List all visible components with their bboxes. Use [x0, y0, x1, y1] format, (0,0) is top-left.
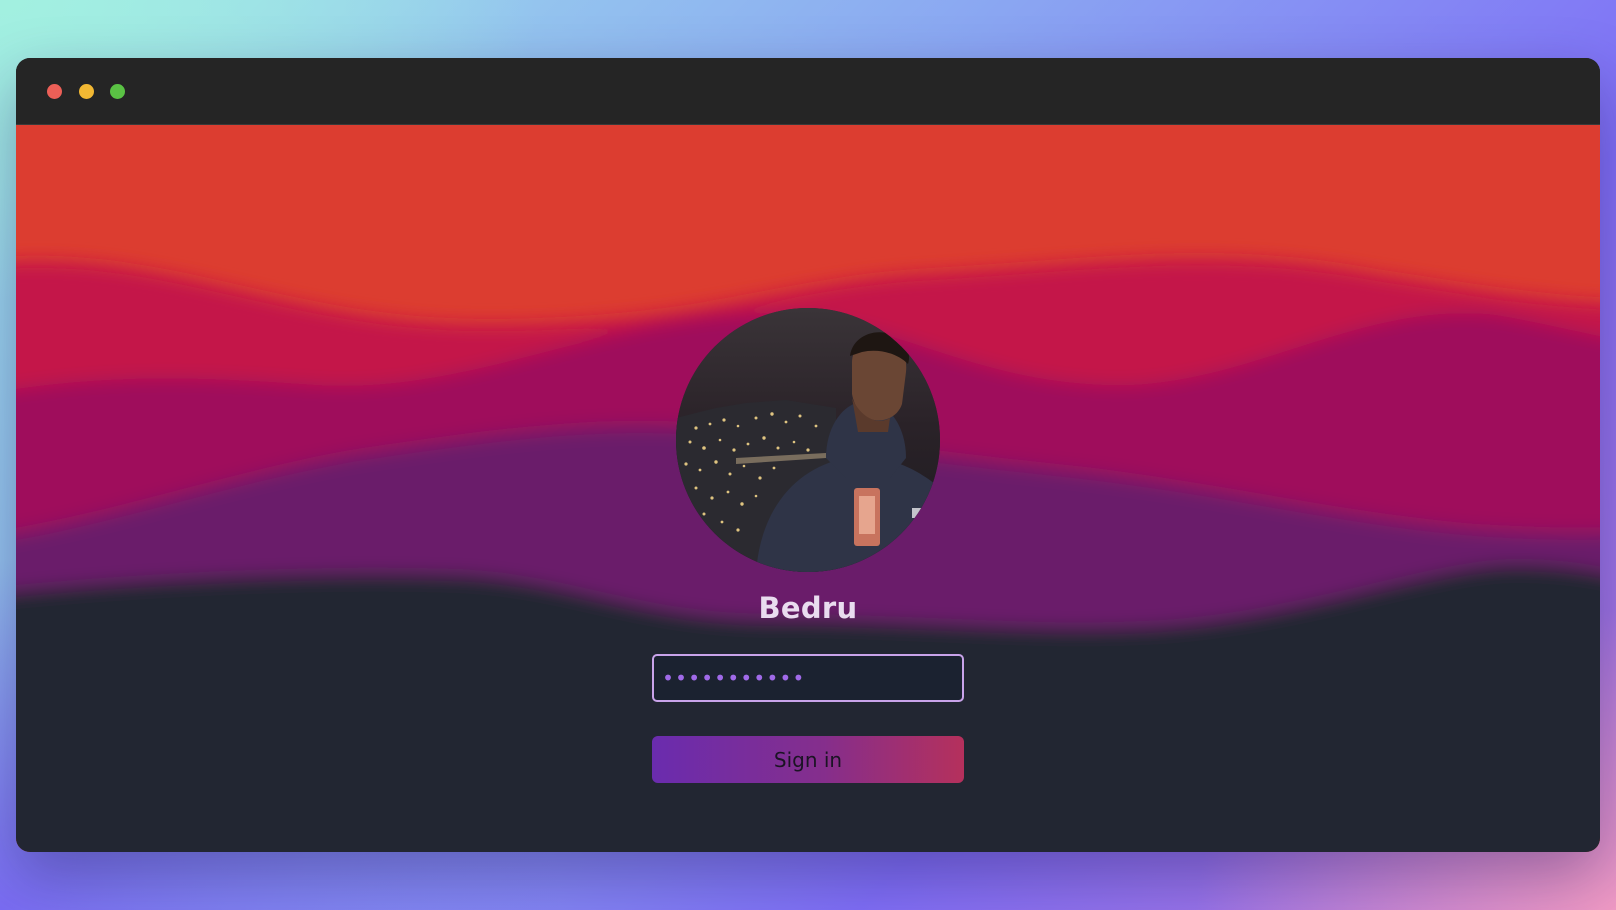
close-window-button[interactable] — [47, 84, 62, 99]
username-label: Bedru — [758, 591, 858, 625]
minimize-window-button[interactable] — [79, 84, 94, 99]
maximize-window-button[interactable] — [110, 84, 125, 99]
password-input[interactable] — [652, 654, 964, 702]
user-avatar[interactable] — [676, 308, 940, 572]
sign-in-button[interactable]: Sign in — [652, 736, 964, 783]
title-bar — [16, 58, 1600, 125]
login-panel: Bedru Sign in — [16, 125, 1600, 852]
user-photo-icon — [676, 308, 940, 572]
app-window: Bedru Sign in — [16, 58, 1600, 852]
